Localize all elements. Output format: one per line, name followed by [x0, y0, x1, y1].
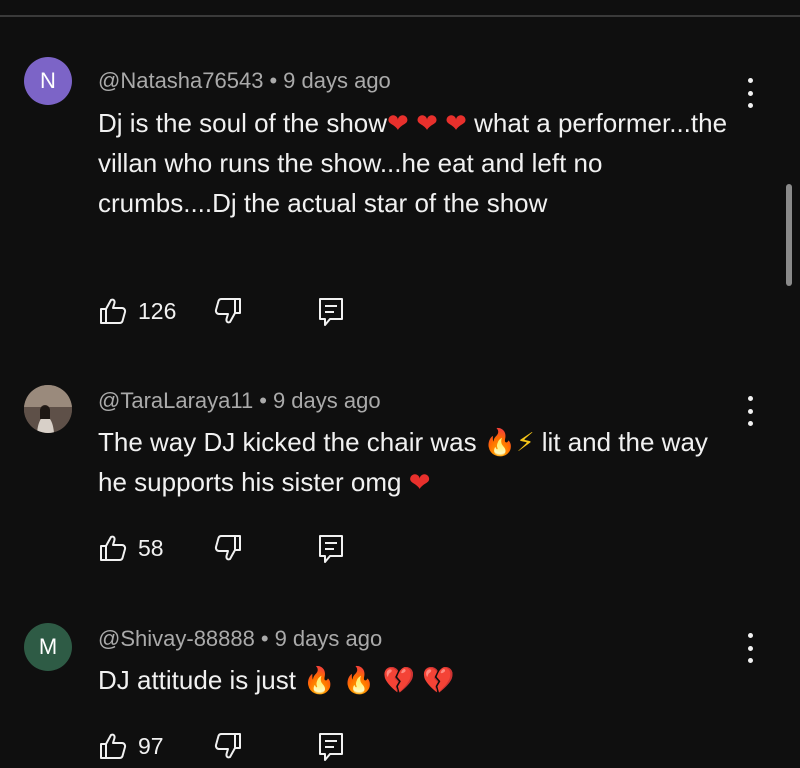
comment-time[interactable]: 9 days ago: [275, 626, 383, 651]
like-button[interactable]: 58: [98, 533, 164, 563]
meta-separator: •: [269, 68, 278, 93]
comment-text-part: The way DJ kicked the chair was: [98, 427, 477, 457]
dislike-button[interactable]: [213, 731, 243, 761]
avatar-letter: M: [38, 634, 58, 659]
like-count: 97: [138, 732, 164, 759]
thumbs-up-icon: [100, 298, 127, 324]
comment-text-part: Dj is the soul of the show: [98, 108, 388, 138]
author-handle[interactable]: @TaraLaraya11: [98, 388, 253, 413]
broken-heart-emoji: 💔: [382, 665, 415, 695]
dislike-button[interactable]: [213, 533, 243, 563]
comment-actions: 126: [98, 296, 398, 328]
author-handle[interactable]: @Natasha76543: [98, 68, 263, 93]
more-vertical-icon[interactable]: [742, 396, 758, 426]
avatar[interactable]: M: [24, 623, 72, 671]
fire-emoji: 🔥: [303, 665, 336, 695]
thumbs-down-icon: [214, 733, 241, 759]
avatar[interactable]: N: [24, 57, 72, 105]
reply-icon: [319, 298, 343, 326]
top-divider: [0, 15, 800, 17]
like-button[interactable]: 126: [98, 296, 176, 326]
meta-separator: •: [259, 388, 267, 413]
lightning-emoji: ⚡: [516, 427, 535, 457]
reply-button[interactable]: [316, 296, 346, 328]
comment-time[interactable]: 9 days ago: [273, 388, 381, 413]
thumbs-down-icon: [214, 535, 241, 561]
comment-text: Dj is the soul of the show❤ ❤ ❤ what a p…: [98, 103, 738, 223]
profile-photo-icon: [24, 385, 72, 433]
author-handle[interactable]: @Shivay-88888: [98, 626, 255, 651]
comment-text: The way DJ kicked the chair was 🔥⚡ lit a…: [98, 422, 718, 502]
comment-meta: @Shivay-88888 • 9 days ago: [98, 626, 382, 652]
comment-meta: @Natasha76543 • 9 days ago: [98, 68, 391, 94]
red-heart-emoji: ❤: [416, 108, 438, 138]
red-heart-emoji: ❤: [387, 108, 409, 138]
comment-text-part: DJ attitude is just: [98, 665, 296, 695]
comment-time[interactable]: 9 days ago: [283, 68, 391, 93]
like-button[interactable]: 97: [98, 731, 164, 761]
comments-screen: N @Natasha76543 • 9 days ago Dj is the sou…: [0, 0, 800, 768]
avatar-letter: N: [40, 68, 56, 93]
reply-icon: [319, 535, 343, 563]
meta-separator: •: [260, 626, 269, 651]
thumbs-down-icon: [214, 298, 241, 324]
more-vertical-icon[interactable]: [742, 633, 758, 663]
comment-actions: 58: [98, 533, 398, 565]
comment-text: DJ attitude is just 🔥 🔥 💔 💔: [98, 660, 738, 700]
red-heart-emoji: ❤: [408, 467, 431, 497]
comment-actions: 97: [98, 731, 398, 763]
scrollbar-thumb[interactable]: [786, 184, 792, 286]
thumbs-up-icon: [100, 535, 127, 561]
reply-button[interactable]: [316, 533, 346, 565]
comment-meta: @TaraLaraya11 • 9 days ago: [98, 388, 381, 414]
red-heart-emoji: ❤: [445, 108, 467, 138]
fire-emoji: 🔥: [342, 665, 376, 695]
thumbs-up-icon: [100, 733, 127, 759]
like-count: 58: [138, 534, 164, 561]
reply-icon: [319, 733, 343, 761]
broken-heart-emoji: 💔: [422, 665, 455, 695]
dislike-button[interactable]: [213, 296, 243, 326]
reply-button[interactable]: [316, 731, 346, 763]
profile-photo-icon[interactable]: [24, 385, 72, 433]
like-count: 126: [138, 297, 177, 324]
fire-emoji: 🔥: [483, 427, 517, 457]
more-vertical-icon[interactable]: [742, 78, 758, 108]
